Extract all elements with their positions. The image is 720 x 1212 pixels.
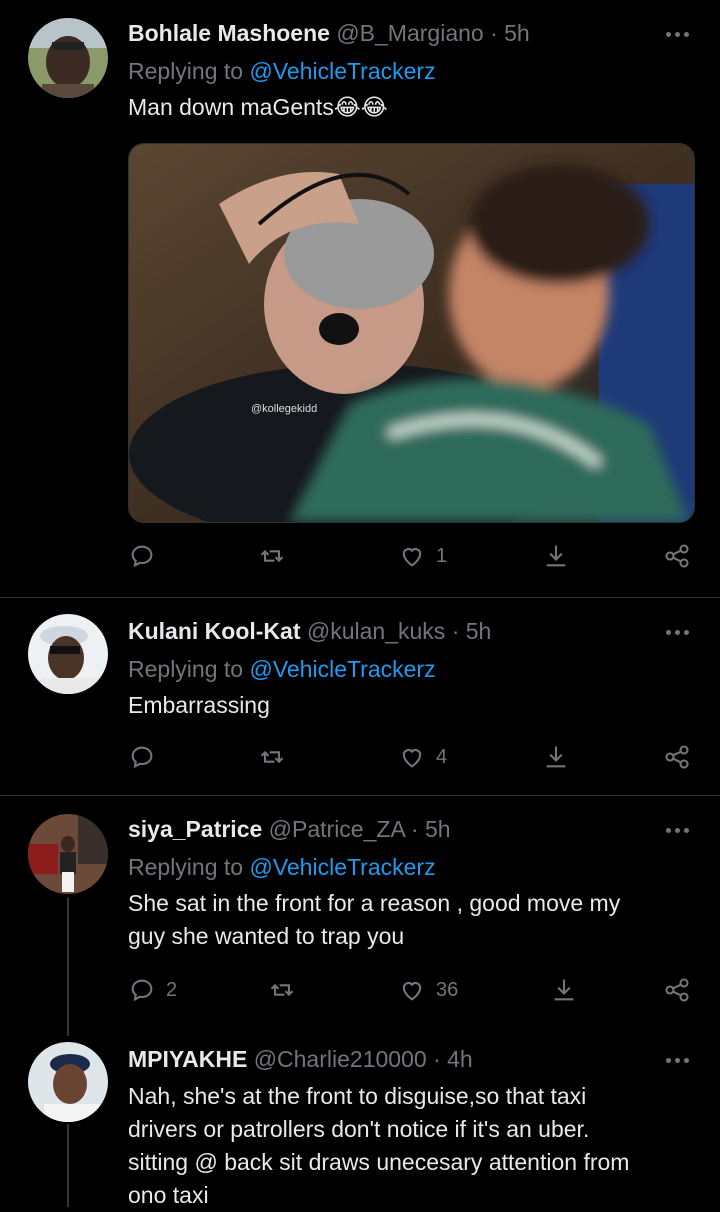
retweet-icon — [270, 983, 294, 997]
share-button[interactable] — [663, 741, 691, 773]
like-button[interactable]: 1 — [398, 540, 447, 572]
tweet-time[interactable]: · 4h — [433, 1046, 473, 1072]
replying-to: Replying to @VehicleTrackerz — [128, 854, 436, 881]
more-icon[interactable] — [666, 1058, 690, 1064]
tweet-text-line: Nah, she's at the front to disguise,so t… — [128, 1083, 587, 1109]
tweet-text: Nah, she's at the front to disguise,so t… — [128, 1080, 688, 1212]
reply-icon — [131, 545, 153, 568]
reply-button[interactable]: 2 — [128, 974, 177, 1006]
author-handle[interactable]: @Charlie210000 — [254, 1046, 427, 1072]
tweet-text-line: ono taxi — [128, 1182, 209, 1208]
share-icon — [665, 544, 689, 568]
download-icon — [554, 979, 574, 1001]
download-icon — [546, 746, 566, 768]
heart-icon — [402, 982, 422, 1001]
more-icon[interactable] — [666, 630, 690, 636]
share-button[interactable] — [663, 540, 691, 572]
avatar[interactable] — [28, 18, 108, 98]
like-count: 4 — [436, 745, 448, 768]
tweet-actions: 1 — [128, 540, 698, 572]
tweet-4[interactable]: MPIYAKHE @Charlie210000 · 4h Nah, she's … — [0, 1026, 720, 1208]
reply-count: 2 — [166, 978, 178, 1001]
author-handle[interactable]: @kulan_kuks — [307, 618, 445, 644]
tweet-actions: 4 — [128, 741, 698, 773]
like-count: 1 — [436, 544, 448, 567]
avatar[interactable] — [28, 614, 108, 694]
tweet-actions: 2 36 — [128, 974, 698, 1006]
share-icon — [665, 978, 689, 1002]
retweet-button[interactable] — [258, 540, 286, 572]
media-watermark: @kollegekidd — [251, 403, 317, 415]
tweet-media[interactable]: @kollegekidd — [128, 143, 695, 523]
author-name[interactable]: Bohlale Mashoene — [128, 20, 330, 46]
replying-prefix: Replying to — [128, 58, 250, 84]
share-button[interactable] — [663, 974, 691, 1006]
avatar[interactable] — [28, 814, 108, 894]
author-name[interactable]: siya_Patrice — [128, 816, 262, 842]
download-button[interactable] — [542, 540, 570, 572]
author-handle[interactable]: @B_Margiano — [336, 20, 483, 46]
more-icon[interactable] — [666, 32, 690, 38]
share-icon — [665, 745, 689, 769]
author-handle[interactable]: @Patrice_ZA — [269, 816, 405, 842]
replying-prefix: Replying to — [128, 854, 250, 880]
mention-link[interactable]: @VehicleTrackerz — [249, 656, 435, 682]
heart-icon — [402, 548, 422, 567]
download-button[interactable] — [542, 741, 570, 773]
reply-button[interactable] — [128, 741, 156, 773]
retweet-icon — [260, 549, 284, 563]
mention-link[interactable]: @VehicleTrackerz — [249, 854, 435, 880]
more-icon[interactable] — [666, 828, 690, 834]
author-name[interactable]: MPIYAKHE — [128, 1046, 247, 1072]
retweet-icon — [260, 750, 284, 764]
replying-to: Replying to @VehicleTrackerz — [128, 656, 436, 683]
download-icon — [546, 545, 566, 567]
tweet-time[interactable]: · 5h — [411, 816, 451, 842]
reply-icon — [131, 746, 153, 769]
tweet-2[interactable]: Kulani Kool-Kat @kulan_kuks · 5h Replyin… — [0, 598, 720, 794]
retweet-button[interactable] — [268, 974, 296, 1006]
tweet-text-line: drivers or patrollers don't notice if it… — [128, 1116, 590, 1142]
tweet-text-line: She sat in the front for a reason , good… — [128, 890, 621, 916]
like-button[interactable]: 36 — [398, 974, 458, 1006]
reply-button[interactable] — [128, 540, 156, 572]
tweet-text-line: guy she wanted to trap you — [128, 923, 405, 949]
heart-icon — [402, 749, 422, 768]
tweet-1[interactable]: Bohlale Mashoene @B_Margiano · 5h Replyi… — [0, 0, 720, 597]
replying-to: Replying to @VehicleTrackerz — [128, 58, 436, 85]
like-button[interactable]: 4 — [398, 741, 447, 773]
tweet-text: She sat in the front for a reason , good… — [128, 887, 688, 953]
author-name[interactable]: Kulani Kool-Kat — [128, 618, 301, 644]
tweet-3[interactable]: siya_Patrice @Patrice_ZA · 5h Replying t… — [0, 796, 720, 1026]
mention-link[interactable]: @VehicleTrackerz — [249, 58, 435, 84]
reply-icon — [131, 979, 153, 1002]
tweet-text: Embarrassing — [128, 692, 270, 718]
tweet-time[interactable]: · 5h — [452, 618, 492, 644]
tweet-text-line: sitting @ back sit draws unecesary atten… — [128, 1149, 630, 1175]
tweet-time[interactable]: · 5h — [490, 20, 530, 46]
retweet-button[interactable] — [258, 741, 286, 773]
like-count: 36 — [436, 978, 459, 1001]
avatar[interactable] — [28, 1042, 108, 1122]
replying-prefix: Replying to — [128, 656, 250, 682]
download-button[interactable] — [550, 974, 578, 1006]
tweet-text: Man down maGents😂😂 — [128, 94, 388, 120]
